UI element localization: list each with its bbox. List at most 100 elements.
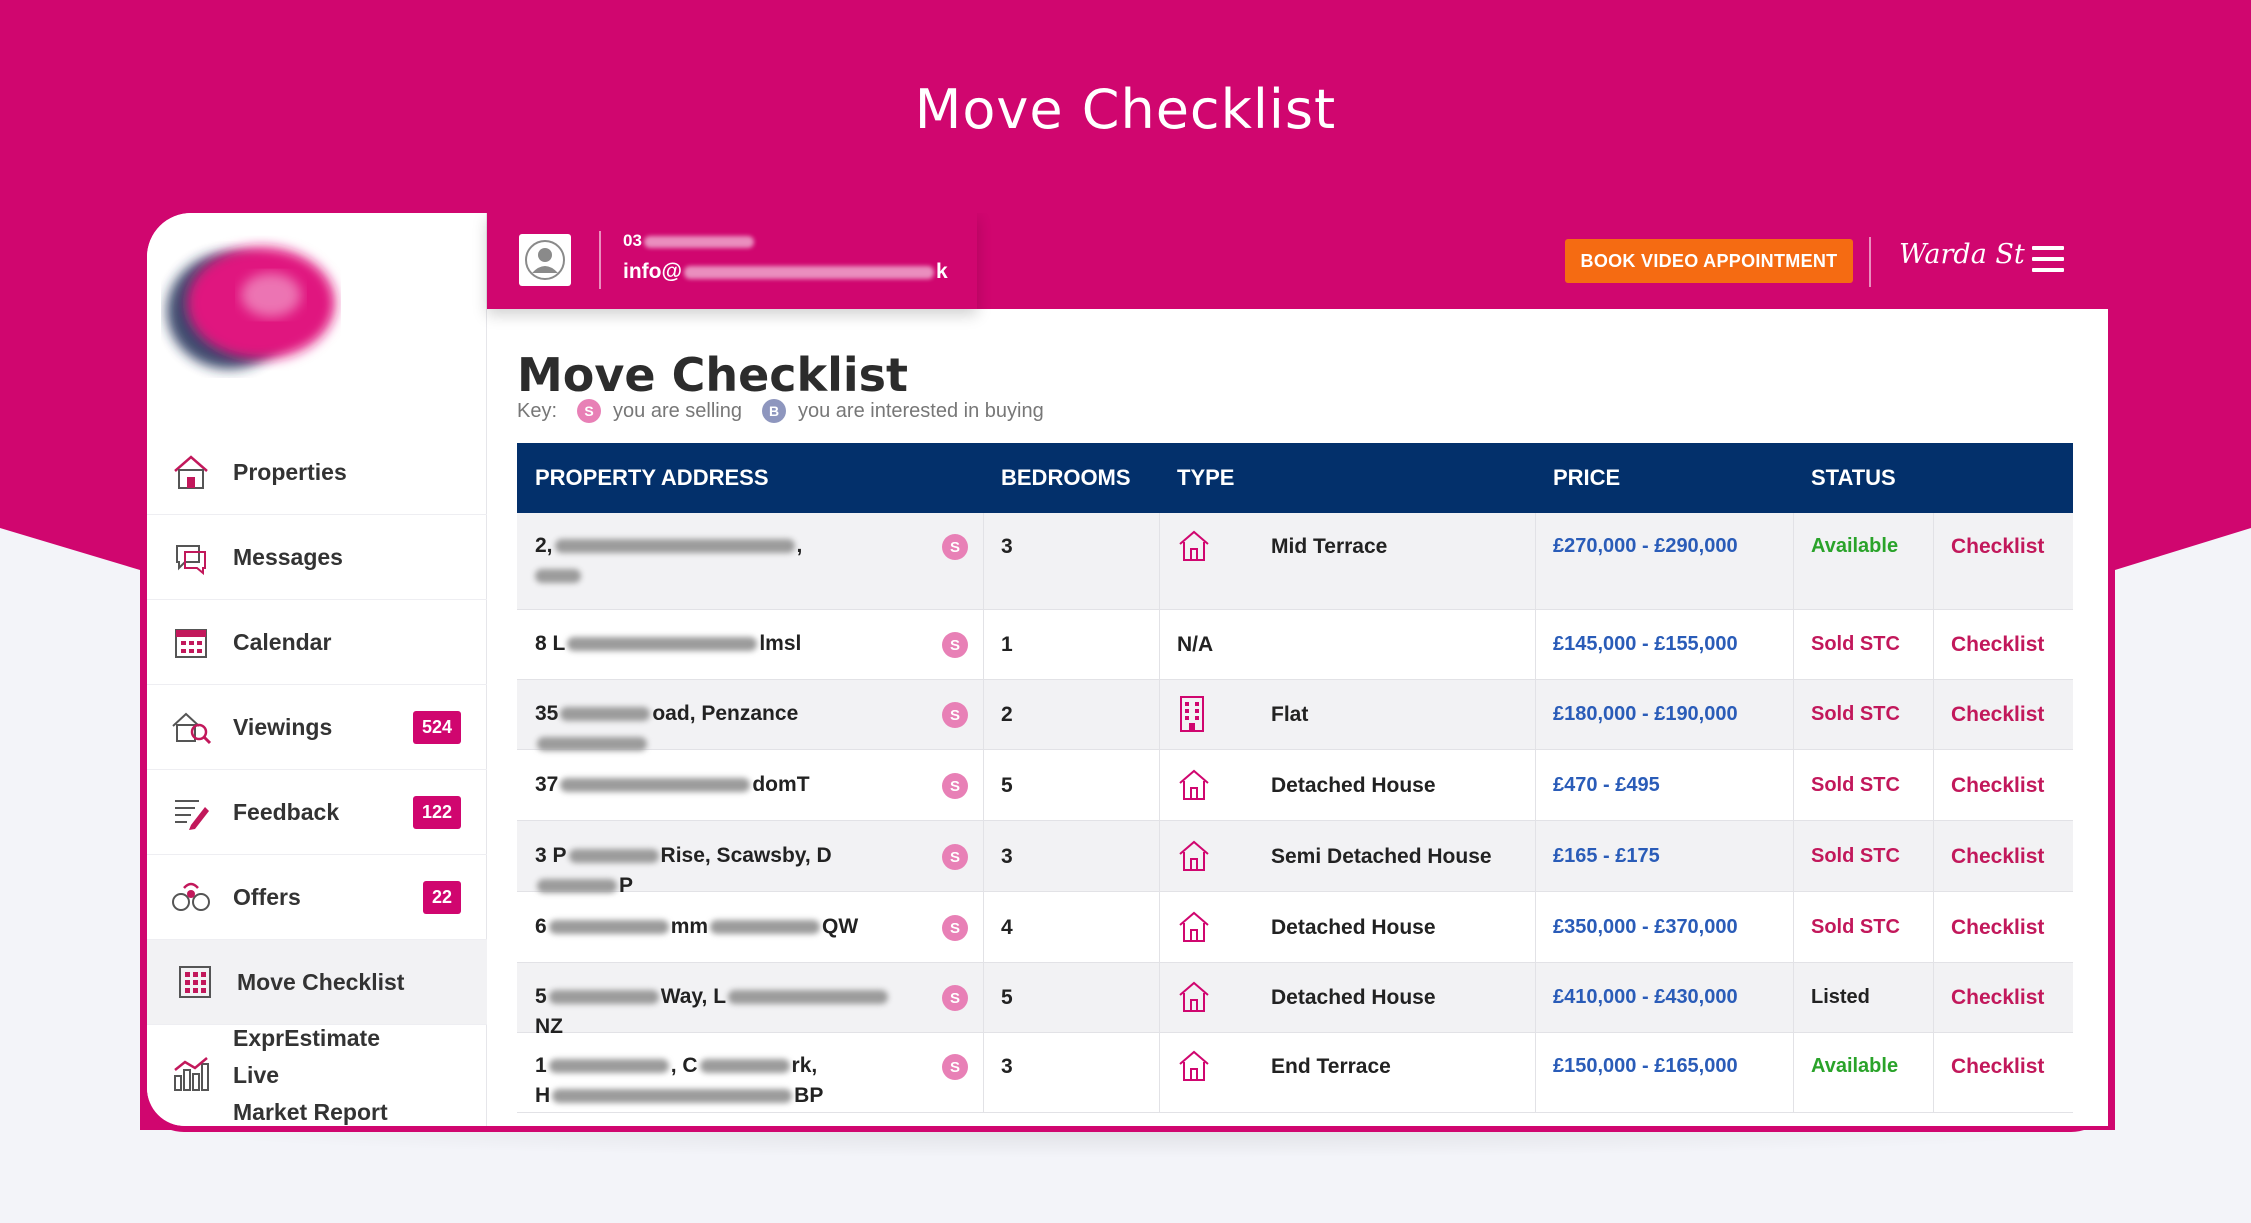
table-row: 2,, S 3 Mid Terrace £270,000 - £290,000 Avail…: [517, 513, 2073, 610]
selling-badge-icon: S: [942, 985, 968, 1011]
checklist-link[interactable]: Checklist: [1951, 986, 2044, 1010]
sidebar-item-move-checklist[interactable]: Move Checklist: [147, 940, 487, 1025]
bedrooms-value: 3: [1001, 1055, 1013, 1078]
address-mid: lmsl: [759, 632, 802, 655]
agency-email[interactable]: info@ k: [623, 260, 948, 284]
table-row: 8 L lmsl S 1 N/A £145,000 - £155,000 Sold STC C…: [517, 610, 2073, 680]
sidebar-item-label: Feedback: [233, 798, 340, 825]
book-video-appointment-button[interactable]: BOOK VIDEO APPOINTMENT: [1565, 239, 1853, 283]
checklist-link[interactable]: Checklist: [1951, 633, 2044, 657]
property-type: Detached House: [1271, 774, 1436, 797]
address-line2: H: [535, 1084, 551, 1107]
address-start: 6: [535, 915, 547, 938]
address-start: 8 L: [535, 632, 566, 655]
checklist-link[interactable]: Checklist: [1951, 703, 2044, 727]
bedrooms-value: 2: [1001, 703, 1013, 726]
selling-badge-icon: S: [942, 844, 968, 870]
house-icon: [1177, 529, 1211, 563]
messages-icon: [169, 535, 213, 579]
buying-key-icon: B: [762, 399, 786, 423]
checklist-link[interactable]: Checklist: [1951, 1055, 2044, 1079]
sidebar-item-exprestimate[interactable]: ExprEstimate Live Market Report: [147, 1025, 487, 1125]
checklist-link[interactable]: Checklist: [1951, 845, 2044, 869]
bar-chart-icon: [169, 1053, 213, 1097]
offers-count-badge: 22: [422, 880, 461, 914]
sidebar: Properties Messages Calendar Viewings 52…: [147, 213, 487, 1126]
agency-contact-card: 03 info@ k: [487, 213, 977, 309]
key-label: Key:: [517, 399, 558, 422]
hero-title: Move Checklist: [914, 78, 1337, 141]
phone-redacted: [643, 235, 754, 248]
property-type: Detached House: [1271, 986, 1436, 1009]
checklist-link[interactable]: Checklist: [1951, 535, 2044, 559]
bedrooms-value: 3: [1001, 845, 1013, 868]
feedback-count-badge: 122: [412, 795, 461, 829]
card-divider: [599, 231, 601, 289]
status-value: Sold STC: [1811, 703, 1900, 725]
price-range: £150,000 - £165,000: [1553, 1055, 1738, 1077]
sidebar-item-label: Offers: [233, 883, 301, 910]
house-icon: [1177, 910, 1211, 944]
status-value: Sold STC: [1811, 774, 1900, 796]
user-name[interactable]: Warda St: [1899, 239, 2025, 270]
app-window: Properties Messages Calendar Viewings 52…: [147, 213, 2108, 1126]
agency-email-end: k: [935, 260, 948, 283]
address-start: 1: [535, 1054, 547, 1077]
selling-badge-icon: S: [942, 915, 968, 941]
checklist-icon: [173, 960, 217, 1004]
price-range: £470 - £495: [1553, 774, 1660, 796]
property-address: 1 , C rk, H BP: [535, 1051, 905, 1111]
sidebar-item-calendar[interactable]: Calendar: [147, 600, 487, 685]
property-address: 8 L lmsl: [535, 629, 905, 659]
offers-icon: [169, 875, 213, 919]
table-row: 6 mm QW S 4 Detached House £350,000 - £370,000…: [517, 892, 2073, 963]
building-icon: [1177, 695, 1211, 732]
selling-badge-icon: S: [942, 773, 968, 799]
sidebar-item-messages[interactable]: Messages: [147, 515, 487, 600]
address-end: rk,: [791, 1054, 818, 1077]
property-type: Semi Detached House: [1271, 845, 1492, 868]
sidebar-item-feedback[interactable]: Feedback 122: [147, 770, 487, 855]
viewings-icon: [169, 705, 213, 749]
device-shadow: [140, 1130, 2115, 1158]
table-header: PROPERTY ADDRESS BEDROOMS TYPE PRICE STA…: [517, 443, 2073, 513]
sidebar-item-label: ExprEstimate Live Market Report: [233, 1020, 423, 1127]
topbar-divider: [1869, 237, 1871, 287]
property-address: 37 domT: [535, 770, 905, 800]
agency-phone-visible: 03: [623, 231, 642, 250]
house-icon: [1177, 980, 1211, 1014]
house-icon: [169, 450, 213, 494]
column-header-type: TYPE: [1177, 465, 1235, 490]
checklist-link[interactable]: Checklist: [1951, 774, 2044, 798]
key-buying-text: you are interested in buying: [798, 399, 1044, 422]
brand-logo[interactable]: [161, 233, 341, 378]
sidebar-item-offers[interactable]: Offers 22: [147, 855, 487, 940]
address-mid: Rise, Scawsby, D: [660, 844, 832, 867]
property-address: 2,,: [535, 531, 905, 591]
price-range: £350,000 - £370,000: [1553, 916, 1738, 938]
selling-badge-icon: S: [942, 1054, 968, 1080]
checklist-link[interactable]: Checklist: [1951, 916, 2044, 940]
table-row: 3 P Rise, Scawsby, DP S 3 Semi Detached Hous…: [517, 821, 2073, 897]
email-redacted: [683, 265, 934, 279]
agency-phone[interactable]: 03: [623, 231, 754, 251]
page-title: Move Checklist: [517, 348, 909, 402]
property-address: 6 mm QW: [535, 912, 905, 942]
address-start: 5: [535, 985, 547, 1008]
key-selling-text: you are selling: [613, 399, 742, 422]
status-value: Listed: [1811, 986, 1870, 1008]
sidebar-item-properties[interactable]: Properties: [147, 430, 487, 515]
sidebar-item-viewings[interactable]: Viewings 524: [147, 685, 487, 770]
property-type: Detached House: [1271, 916, 1436, 939]
price-range: £410,000 - £430,000: [1553, 986, 1738, 1008]
sidebar-item-label: Calendar: [233, 628, 332, 655]
sidebar-item-label: Messages: [233, 543, 343, 570]
address-start: 2,: [535, 534, 553, 557]
hamburger-menu-icon[interactable]: [2032, 246, 2064, 274]
selling-badge-icon: S: [942, 702, 968, 728]
agency-avatar[interactable]: [519, 234, 571, 286]
feedback-icon: [169, 790, 213, 834]
column-header-price: PRICE: [1553, 465, 1621, 490]
sidebar-item-label-line2: Market Report: [233, 1098, 388, 1125]
house-icon: [1177, 768, 1211, 802]
